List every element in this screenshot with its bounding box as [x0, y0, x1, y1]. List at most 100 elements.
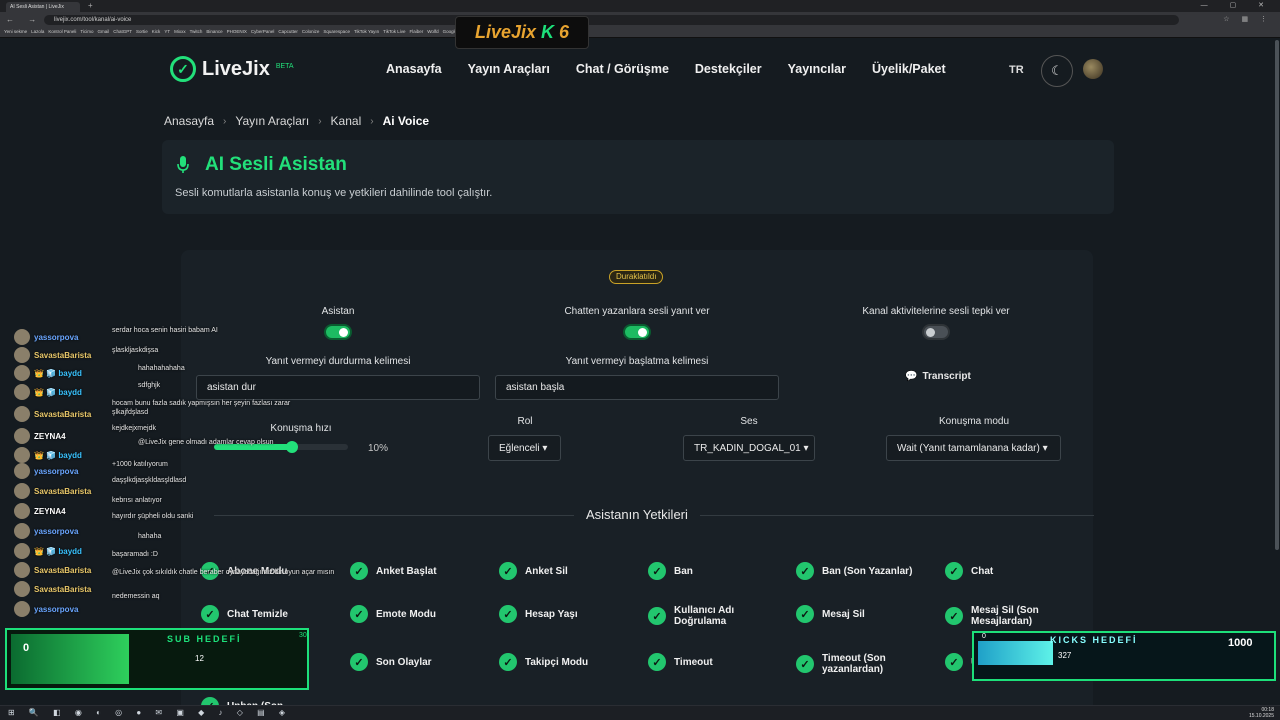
- check-circle-icon: ✓: [648, 607, 666, 625]
- chat-row: SavastaBarista: [14, 483, 91, 499]
- bookmark-item[interactable]: TikTok Yayın: [354, 29, 379, 36]
- browser-tab[interactable]: AI Sesli Asistan | LiveJix: [6, 2, 80, 12]
- address-bar-row: ← → ⟳ livejix.com/tool/kanal/ai-voice ☆ …: [0, 12, 1280, 28]
- bookmark-item[interactable]: Capcutter: [278, 29, 298, 36]
- bookmark-item[interactable]: CyberPanel: [251, 29, 275, 36]
- bookmark-item[interactable]: Flaiber: [409, 29, 423, 36]
- transcript-button[interactable]: 💬 Transcript: [905, 371, 971, 382]
- rol-label: Rol: [517, 416, 533, 427]
- check-circle-icon: ✓: [796, 562, 814, 580]
- chat-nick: SavastaBarista: [34, 350, 92, 360]
- permission-item[interactable]: ✓ Ban: [648, 562, 788, 580]
- start-word-input[interactable]: asistan başla: [495, 375, 779, 400]
- chevron-down-icon: ▾: [1042, 443, 1048, 454]
- page-header-card: AI Sesli Asistan Sesli komutlarla asista…: [162, 140, 1114, 214]
- bookmark-item[interactable]: Binance: [206, 29, 222, 36]
- bookmark-item[interactable]: Colonize: [302, 29, 320, 36]
- sub-goal-widget: 0 SUB HEDEFİ 30 12: [5, 628, 309, 690]
- chat-row: ZEYNA4: [14, 428, 66, 444]
- nav-destekciler[interactable]: Destekçiler: [695, 62, 762, 76]
- permission-label: Chat: [971, 565, 994, 577]
- moon-icon[interactable]: ☾: [1041, 55, 1073, 87]
- chat-nick: SavastaBarista: [34, 565, 92, 575]
- extensions-icon[interactable]: ☆ ▦ ⋮: [1223, 15, 1272, 23]
- breadcrumb-kanal[interactable]: Kanal: [331, 114, 362, 128]
- window-controls[interactable]: — ▢ ✕: [1201, 1, 1274, 9]
- chat-message: @LiveJix çok sıkıldık chatle beraber oyn…: [112, 569, 335, 576]
- nav-uyelik-paket[interactable]: Üyelik/Paket: [872, 62, 946, 76]
- bookmark-item[interactable]: ChatGPT: [113, 29, 132, 36]
- permission-label: Mesaj Sil (Son Mesajlardan): [971, 605, 1039, 627]
- chat-message: hayırdır şüpheli oldu sanki: [112, 513, 194, 520]
- nav-yayin-araclari[interactable]: Yayın Araçları: [468, 62, 550, 76]
- bookmark-item[interactable]: Mixxx: [174, 29, 186, 36]
- bookmark-item[interactable]: Kick: [152, 29, 161, 36]
- breadcrumb-yayin-araclari[interactable]: Yayın Araçları: [235, 114, 309, 128]
- chat-row: 👑 🧊 baydd: [14, 365, 82, 381]
- permission-item[interactable]: ✓ Hesap Yaşı: [499, 605, 639, 623]
- bookmark-item[interactable]: Wolfd: [427, 29, 438, 36]
- bookmark-item[interactable]: YT: [164, 29, 170, 36]
- bookmark-item[interactable]: Lazola: [31, 29, 44, 36]
- logo[interactable]: ✓ LiveJix BETA: [170, 56, 294, 82]
- site-header: ✓ LiveJix BETA Anasayfa Yayın Araçları C…: [0, 38, 1280, 104]
- chat-row: SavastaBarista: [14, 581, 91, 597]
- chevron-down-icon: ▾: [542, 443, 548, 454]
- mod-select[interactable]: Wait (Yanıt tamamlanana kadar) ▾: [886, 435, 1061, 461]
- toggle-activity[interactable]: [922, 324, 950, 340]
- nav-chat-gorusme[interactable]: Chat / Görüşme: [576, 62, 669, 76]
- permission-item[interactable]: ✓ Chat: [945, 562, 1085, 580]
- permission-item[interactable]: ✓ Anket Sil: [499, 562, 639, 580]
- toggle-chat-reply[interactable]: [623, 324, 651, 340]
- permission-label: Kullanıcı Adı Doğrulama: [674, 605, 735, 627]
- chat-nick: SavastaBarista: [34, 584, 92, 594]
- permission-item[interactable]: ✓ Anket Başlat: [350, 562, 490, 580]
- scrollbar[interactable]: [1275, 40, 1279, 550]
- sub-goal-title: SUB HEDEFİ: [167, 634, 242, 644]
- chat-avatar: [14, 447, 30, 463]
- ses-select[interactable]: TR_KADIN_DOGAL_01 ▾: [683, 435, 815, 461]
- sub-goal-current: 0: [23, 642, 30, 654]
- bookmark-item[interactable]: Squarespace: [323, 29, 350, 36]
- bookmark-item[interactable]: Kontrol Paneli: [48, 29, 76, 36]
- check-circle-icon: ✓: [648, 562, 666, 580]
- permission-item[interactable]: ✓ Timeout (Son yazanlardan): [796, 653, 936, 675]
- permission-item[interactable]: ✓ Timeout: [648, 653, 788, 671]
- chat-nick: yassorpova: [34, 604, 79, 614]
- nav-yayincilar[interactable]: Yayıncılar: [788, 62, 846, 76]
- new-tab-icon[interactable]: +: [88, 1, 93, 10]
- permission-item[interactable]: ✓ Ban (Son Yazanlar): [796, 562, 936, 580]
- breadcrumb-anasayfa[interactable]: Anasayfa: [164, 114, 214, 128]
- rol-select[interactable]: Eğlenceli ▾: [488, 435, 561, 461]
- chat-message: +1000 katılıyorum: [112, 461, 168, 468]
- status-badge: Duraklatıldı: [609, 270, 664, 284]
- bookmark-item[interactable]: Sortie: [136, 29, 148, 36]
- chat-avatar: [14, 329, 30, 345]
- language-switch[interactable]: TR: [1009, 64, 1024, 76]
- permission-item[interactable]: ✓ Kullanıcı Adı Doğrulama: [648, 605, 788, 627]
- bookmark-item[interactable]: Ticimo: [80, 29, 93, 36]
- taskbar-icons[interactable]: ⊞ 🔍 ◧ ◉ ◐ ◎ ● ✉ ▣ ◆ ♪ ◇ ▤ ◈: [8, 708, 291, 717]
- permission-label: Timeout: [674, 656, 713, 668]
- bookmark-item[interactable]: Yeni sekme: [4, 29, 27, 36]
- permission-item[interactable]: ✓ Son Olaylar: [350, 653, 490, 671]
- bookmark-item[interactable]: PHOENIX: [227, 29, 247, 36]
- nav-anasayfa[interactable]: Anasayfa: [386, 62, 442, 76]
- breadcrumb-current: Ai Voice: [382, 114, 430, 128]
- chat-avatar: [14, 503, 30, 519]
- chat-message: nedemessin aq: [112, 593, 160, 600]
- permission-item[interactable]: ✓ Mesaj Sil: [796, 605, 936, 623]
- kicks-goal-widget: 0 KICKS HEDEFİ 1000 327: [972, 631, 1276, 681]
- permission-item[interactable]: ✓ Mesaj Sil (Son Mesajlardan): [945, 605, 1085, 627]
- avatar[interactable]: [1083, 59, 1103, 79]
- check-circle-icon: ✓: [350, 562, 368, 580]
- permission-item[interactable]: ✓ Takipçi Modu: [499, 653, 639, 671]
- main-nav: Anasayfa Yayın Araçları Chat / Görüşme D…: [386, 62, 972, 76]
- url-field[interactable]: livejix.com/tool/kanal/ai-voice: [44, 15, 1179, 25]
- bookmark-item[interactable]: Twitch: [190, 29, 203, 36]
- chat-message: @LiveJix gene olmadı adamlar cevap olsun: [138, 439, 274, 446]
- bookmark-item[interactable]: TikTok Live: [383, 29, 405, 36]
- permission-item[interactable]: ✓ Emote Modu: [350, 605, 490, 623]
- chat-row: SavastaBarista: [14, 406, 91, 422]
- bookmark-item[interactable]: Gmail: [98, 29, 110, 36]
